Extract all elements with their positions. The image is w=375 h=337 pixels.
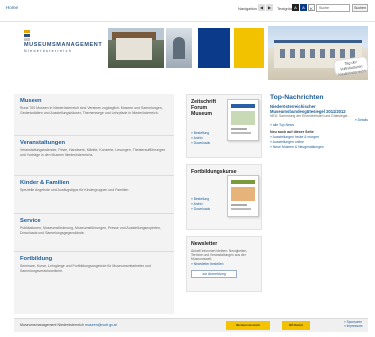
banner-yellow-block [234,28,264,68]
section-title[interactable]: Fortbildung [20,256,168,262]
site-logo[interactable]: MUSEUMSMANAGEMENT Niederösterreich [24,30,104,53]
text-size-medium-button[interactable]: A [300,4,307,11]
section-title[interactable]: Service [20,218,168,224]
sponsor-logo-noe[interactable]: Niederösterreich [226,321,270,330]
news-sublink[interactable]: » Neue Museen & Neugestaltungen [270,145,368,150]
news-all-link[interactable]: » alle Top-News [270,123,368,128]
nav-prev-button[interactable]: ◀ [258,4,265,11]
course-brochure-image[interactable] [227,175,259,217]
newsletter-link[interactable]: » Newsletter bestellen [191,262,257,267]
page-footer: Museumsmanagement Niederösterreich musee… [14,318,368,332]
promo-forum-museum[interactable]: Zeitschrift Forum Museum » Bestellung » … [186,94,262,158]
newsletter-title: Newsletter [191,241,218,247]
section-kinder-familien[interactable]: Kinder & Familien Spezielle Angebote und… [14,176,174,214]
news-heading: Top-Nachrichten [270,94,324,101]
banner-photo-house [108,28,164,68]
footer-links: » Sponsoren » Impressum [344,320,362,329]
news-title[interactable]: Niederösterreichischer Museumsbundesgüte… [270,104,368,114]
section-text: Publikationen, Museumsförderung, Museums… [20,226,161,235]
promo-link[interactable]: » Downloads [191,207,225,212]
category-list: Museen Rund 700 Museen in Niederösterrei… [14,94,174,314]
tagline-badge[interactable]: Tag der Volkskulturen Niederösterreich [333,55,369,77]
logo-mark-icon [24,30,30,42]
home-link[interactable]: Home [6,5,18,10]
section-text: Veranstaltungskalender, Feste, Handwerk,… [20,148,166,157]
section-title[interactable]: Veranstaltungen [20,140,168,146]
newsletter-text: Aktuell informiert bleiben: Neuigkeiten,… [191,249,248,262]
section-fortbildung[interactable]: Fortbildung Seminare, Kurse, Lehrgänge u… [14,252,174,294]
newsletter-signup-button[interactable]: zur Anmeldung [191,269,237,278]
banner-blue-block [198,28,230,68]
section-veranstaltungen[interactable]: Veranstaltungen Veranstaltungskalender, … [14,136,174,176]
sponsor-logo-kultur[interactable]: NÖ Kultur [282,321,310,330]
section-text: Seminare, Kurse, Lehrgänge und Fortbildu… [20,264,151,273]
promo-link[interactable]: » Downloads [191,141,225,146]
promo-fortbildungskurse[interactable]: Fortbildungskurse » Bestellung » Archiv … [186,164,262,230]
text-size-small-button[interactable]: A [292,4,299,11]
promo-title[interactable]: Zeitschrift Forum Museum [191,99,227,117]
footer-org: Museumsmanagement Niederösterreich musee… [20,323,117,327]
contrast-button[interactable]: K [308,4,315,11]
section-title[interactable]: Museen [20,98,168,104]
search-button[interactable]: Suchen [352,4,368,12]
search-input[interactable]: Suche [316,4,350,12]
promo-column: Zeitschrift Forum Museum » Bestellung » … [186,94,262,294]
logo-title: MUSEUMSMANAGEMENT [24,42,103,48]
top-bar: Home Navigation ◀ ▶ Textgrösse A A K Suc… [0,0,375,22]
magazine-cover-image[interactable] [227,99,259,141]
footer-link[interactable]: » Impressum [344,324,362,328]
section-service[interactable]: Service Publikationen, Museumsförderung,… [14,214,174,252]
promo-title[interactable]: Fortbildungskurse [191,169,237,175]
section-title[interactable]: Kinder & Familien [20,180,168,186]
section-museen[interactable]: Museen Rund 700 Museen in Niederösterrei… [14,94,174,136]
section-text: Spezielle Angebote und Ausflugstipps für… [20,188,130,192]
footer-email-link[interactable]: museen@noel.gv.at [85,323,117,327]
section-text: Rund 700 Museen in Niederösterreich sind… [20,106,163,115]
newsletter-box: Newsletter Aktuell informiert bleiben: N… [186,236,262,292]
logo-subtitle: Niederösterreich [24,49,73,53]
banner-photo-window [166,28,192,68]
navigation-label: Navigation [238,6,257,11]
nav-next-button[interactable]: ▶ [266,4,273,11]
footer-org-name: Museumsmanagement Niederösterreich [20,323,84,327]
news-column: Top-Nachrichten Niederösterreichischer M… [270,94,368,304]
